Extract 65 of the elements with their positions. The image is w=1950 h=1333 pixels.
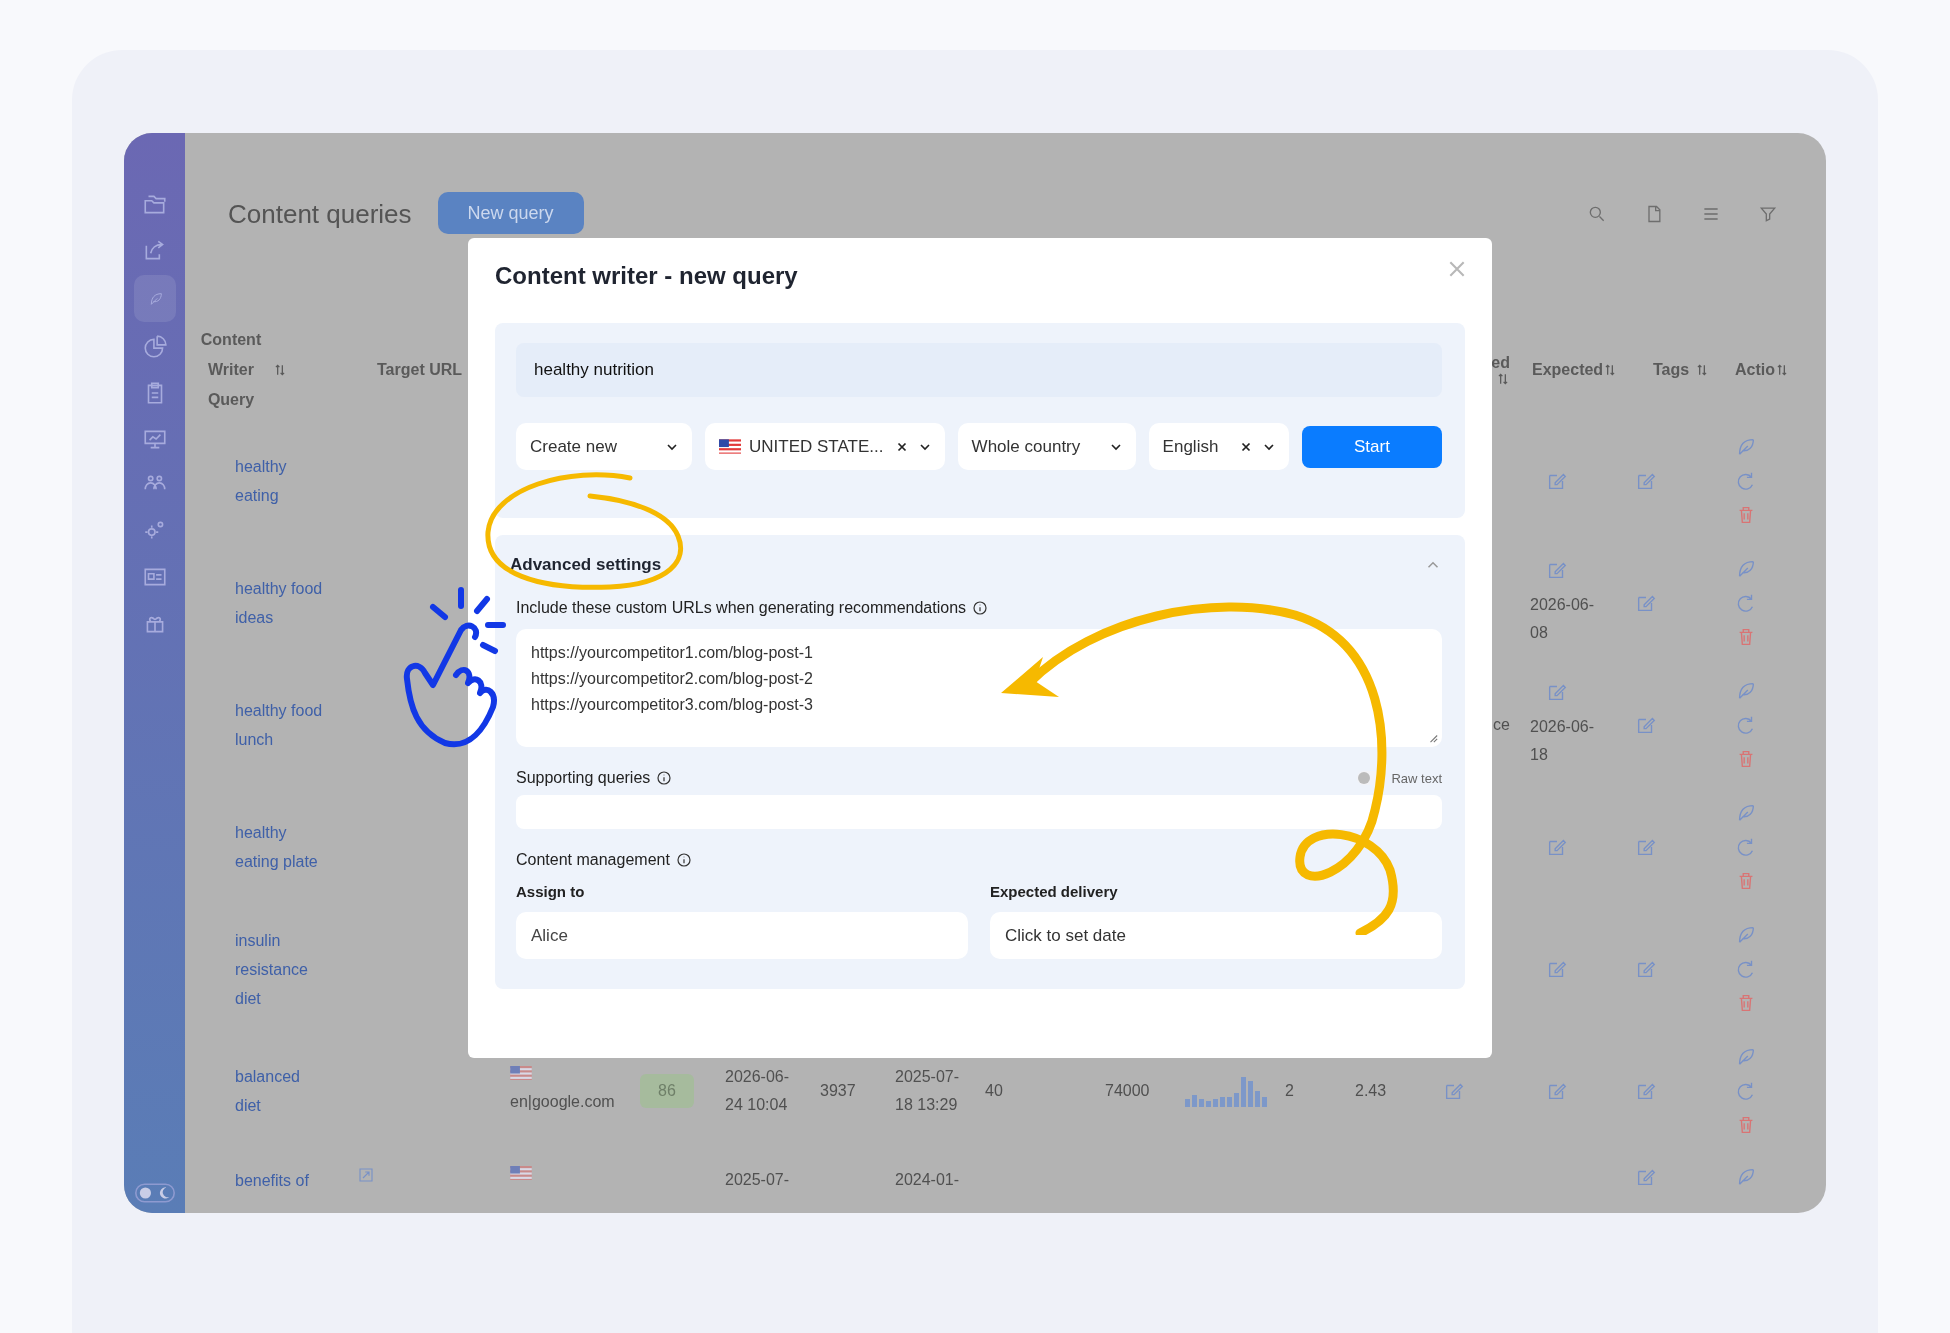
query-field[interactable]: healthy nutrition [516, 343, 1442, 397]
table-cell-text: 74000 [1105, 1081, 1150, 1101]
start-button[interactable]: Start [1301, 425, 1442, 468]
score-badge: 86 [640, 1074, 694, 1108]
column-header: Actio [1735, 361, 1775, 379]
query-link[interactable]: healthy food lunch [235, 696, 330, 754]
table-cell-text: 40 [985, 1081, 1003, 1101]
url-line: https://yourcompetitor2.com/blog-post-2 [531, 669, 814, 689]
query-link[interactable]: benefits of [235, 1166, 309, 1195]
info-icon[interactable] [656, 770, 673, 786]
urls-field[interactable]: https://yourcompetitor1.com/blog-post-1 https://yourcompetitor2.com/blog-post-2 https://yourcompetitor3.com/blog-post-3 [516, 629, 1442, 747]
column-header: Content Writer Query [199, 330, 263, 410]
date-field[interactable]: Click to set date [990, 912, 1442, 959]
table-cell-text: 2026-06-08 [1530, 595, 1596, 643]
page-title: Content queries [228, 198, 412, 231]
field-label: Supporting queries [516, 769, 651, 787]
select-field[interactable]: Whole country [957, 423, 1136, 470]
field-label: Expected delivery [990, 883, 1119, 900]
query-link[interactable]: healthy eating plate [235, 818, 330, 876]
table-cell-text: 2025-07-18 13:29 [895, 1067, 961, 1115]
column-header: ed [1491, 354, 1510, 372]
query-link[interactable]: healthy food ideas [235, 574, 330, 632]
assign-field[interactable]: Alice [516, 912, 968, 959]
field-label: Assign to [516, 883, 586, 900]
table-cell-text: 2 [1285, 1081, 1294, 1101]
table-cell-text: 2.43 [1355, 1081, 1387, 1101]
sidebar-item[interactable] [133, 275, 176, 322]
domain-text: en|google.com [510, 1092, 615, 1112]
table-cell-text: 2026-06-18 [1530, 717, 1596, 765]
sort-icon[interactable] [273, 363, 287, 377]
select-field[interactable]: English [1148, 423, 1289, 470]
url-line: https://yourcompetitor1.com/blog-post-1 [531, 643, 814, 663]
dialog-title: Content writer - new query [495, 262, 798, 290]
query-link[interactable]: healthy eating [235, 452, 330, 510]
sort-icon[interactable] [1496, 372, 1510, 386]
new-query-button[interactable]: New query [437, 192, 584, 234]
table-cell-text: ce [1493, 715, 1510, 735]
column-header: Target URL [377, 361, 463, 379]
field-label: Include these custom URLs when generating recommendations [516, 599, 967, 617]
select-field[interactable]: UNITED STATE... [705, 423, 945, 470]
flag-icon [719, 439, 741, 454]
search-icon[interactable] [1587, 204, 1607, 224]
table-cell-text: 3937 [820, 1081, 856, 1101]
info-icon[interactable] [675, 852, 692, 868]
field-label: Content management [516, 851, 670, 869]
theme-toggle[interactable] [134, 1183, 175, 1203]
supporting-queries-field[interactable] [516, 795, 1442, 829]
section-title: Advanced settings [510, 555, 662, 575]
resize-handle-icon[interactable] [1428, 733, 1438, 743]
query-link[interactable]: insulin resistance diet [235, 925, 330, 1013]
column-header: Tags [1653, 361, 1690, 379]
table-cell-text: 2025-07- [725, 1170, 790, 1190]
table-cell-text: 2026-06-24 10:04 [725, 1067, 791, 1115]
table-cell-text: 2024-01- [895, 1170, 960, 1190]
url-line: https://yourcompetitor3.com/blog-post-3 [531, 695, 814, 715]
toggle-label: Raw text [1391, 770, 1442, 786]
external-link-icon[interactable] [357, 1166, 375, 1184]
sort-icon[interactable] [1775, 363, 1789, 377]
query-link[interactable]: balanced diet [235, 1062, 330, 1120]
flag-icon [510, 1166, 532, 1180]
flag-icon [510, 1066, 532, 1080]
close-icon[interactable] [1447, 259, 1467, 279]
column-header: Expected [1532, 361, 1604, 379]
select-field[interactable]: Create new [516, 423, 692, 470]
info-icon[interactable] [972, 600, 989, 616]
